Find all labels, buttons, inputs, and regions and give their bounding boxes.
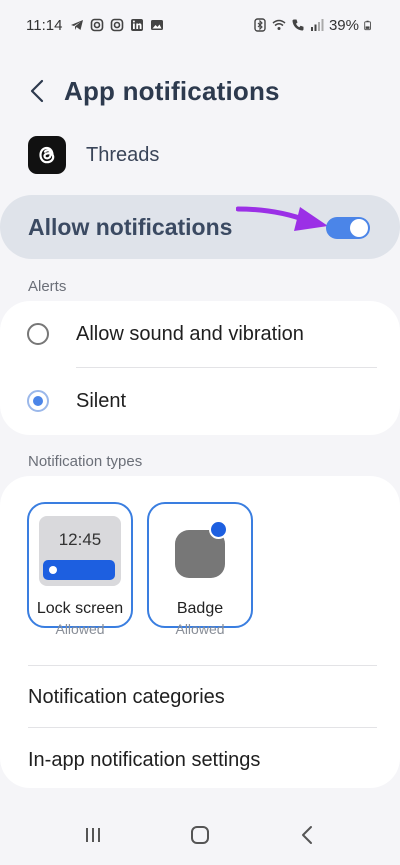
- notification-types-card: 12:45 Lock screen Allowed Badge Allowed …: [0, 476, 400, 788]
- nav-back-button[interactable]: [287, 815, 327, 855]
- allow-notifications-row[interactable]: Allow notifications: [0, 195, 400, 259]
- lock-preview-time: 12:45: [58, 530, 102, 549]
- badge-tile[interactable]: Badge Allowed: [147, 502, 253, 637]
- home-icon: [190, 826, 209, 844]
- allow-notifications-label: Allow notifications: [28, 213, 233, 240]
- radio-sound-vibration[interactable]: [27, 323, 49, 345]
- lock-preview-notification-bar: [43, 560, 115, 580]
- divider: [28, 665, 377, 666]
- alerts-card: Allow sound and vibration Silent: [0, 301, 400, 435]
- tile-state: Allowed: [175, 621, 225, 637]
- instagram-icon: [91, 18, 104, 32]
- threads-logo-icon: [28, 136, 66, 174]
- battery-percent: 39%: [328, 16, 359, 34]
- in-app-notification-settings-link[interactable]: In-app notification settings: [28, 749, 378, 772]
- allow-notifications-toggle[interactable]: [326, 217, 370, 239]
- badge-dot-icon: [209, 520, 228, 539]
- toggle-knob: [350, 219, 368, 237]
- recents-icon: [86, 828, 101, 842]
- instagram-icon: [111, 18, 124, 32]
- alert-option-label: Allow sound and vibration: [76, 322, 304, 345]
- status-time: 11:14: [26, 16, 63, 34]
- notification-categories-link[interactable]: Notification categories: [28, 686, 378, 709]
- call-icon: [292, 19, 304, 31]
- recents-button[interactable]: [73, 815, 113, 855]
- telegram-icon: [71, 20, 84, 30]
- linkedin-icon: [131, 19, 144, 31]
- signal-icon: [310, 19, 324, 31]
- lock-screen-tile[interactable]: 12:45 Lock screen Allowed: [27, 502, 133, 637]
- battery-icon: [364, 20, 371, 31]
- wifi-icon: [272, 19, 286, 30]
- tile-name: Lock screen: [36, 600, 124, 617]
- status-left: 11:14: [26, 17, 164, 34]
- app-info: Threads: [28, 136, 159, 174]
- radio-silent[interactable]: [27, 390, 49, 412]
- back-icon: [301, 826, 312, 844]
- alert-option-sound-vibration[interactable]: Allow sound and vibration: [0, 301, 400, 367]
- alert-option-silent[interactable]: Silent: [0, 368, 400, 434]
- divider: [28, 727, 377, 728]
- home-button[interactable]: [180, 815, 220, 855]
- app-bar: App notifications: [0, 66, 400, 116]
- bluetooth-icon: [254, 18, 266, 32]
- annotation-arrow-icon: [236, 206, 328, 231]
- alert-option-label: Silent: [76, 389, 127, 412]
- status-bar: 11:14 39%: [0, 0, 400, 50]
- page-title: App notifications: [64, 75, 280, 106]
- alerts-section-label: Alerts: [28, 278, 67, 295]
- system-nav-bar: [0, 805, 400, 865]
- lock-screen-preview: 12:45: [39, 516, 121, 586]
- back-button[interactable]: [24, 71, 50, 111]
- notification-types-section-label: Notification types: [28, 453, 143, 470]
- tile-state: Allowed: [55, 621, 105, 637]
- chevron-left-icon: [30, 79, 44, 103]
- gallery-icon: [151, 20, 164, 30]
- status-right: 39%: [253, 17, 374, 34]
- app-name: Threads: [86, 143, 160, 166]
- tile-name: Badge: [176, 600, 224, 617]
